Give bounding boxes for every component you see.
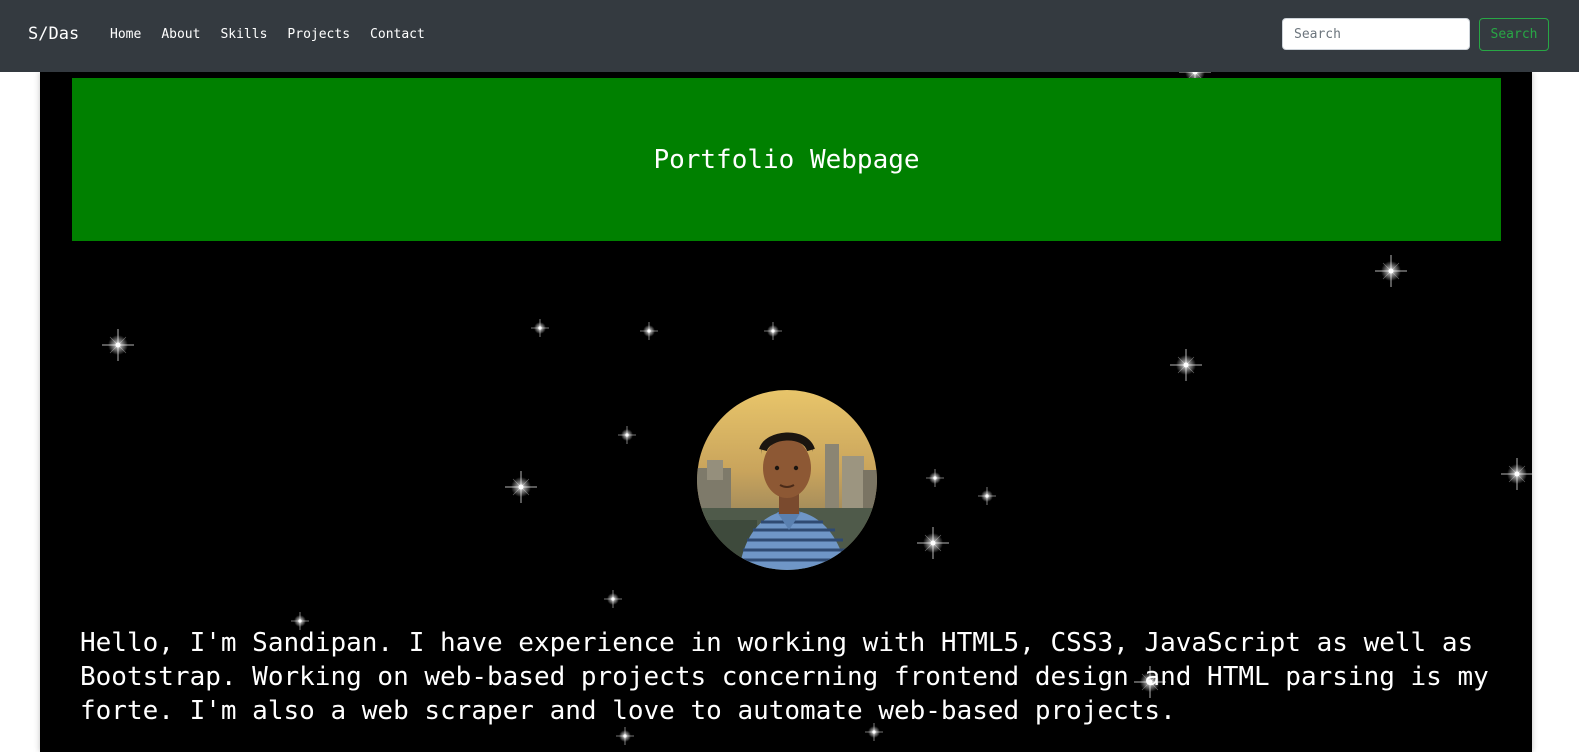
nav-link-about[interactable]: About (161, 27, 200, 42)
main-content: Portfolio Webpage Hello, I'm Sandipan. I… (40, 72, 1532, 752)
top-navbar: S/Das Home About Skills Projects Contact… (0, 0, 1579, 72)
nav-link-projects[interactable]: Projects (287, 27, 350, 42)
hero-banner: Portfolio Webpage (72, 78, 1501, 241)
intro-paragraph: Hello, I'm Sandipan. I have experience i… (80, 628, 1489, 726)
search-button[interactable]: Search (1479, 18, 1549, 51)
profile-photo (697, 390, 877, 570)
search-input[interactable] (1282, 18, 1470, 50)
nav-link-home[interactable]: Home (110, 27, 141, 42)
nav-link-skills[interactable]: Skills (220, 27, 267, 42)
nav-link-contact[interactable]: Contact (370, 27, 425, 42)
brand-logo[interactable]: S/Das (28, 24, 79, 44)
page-title: Portfolio Webpage (653, 144, 920, 175)
nav-links: Home About Skills Projects Contact (110, 27, 445, 42)
profile-avatar (697, 390, 877, 570)
